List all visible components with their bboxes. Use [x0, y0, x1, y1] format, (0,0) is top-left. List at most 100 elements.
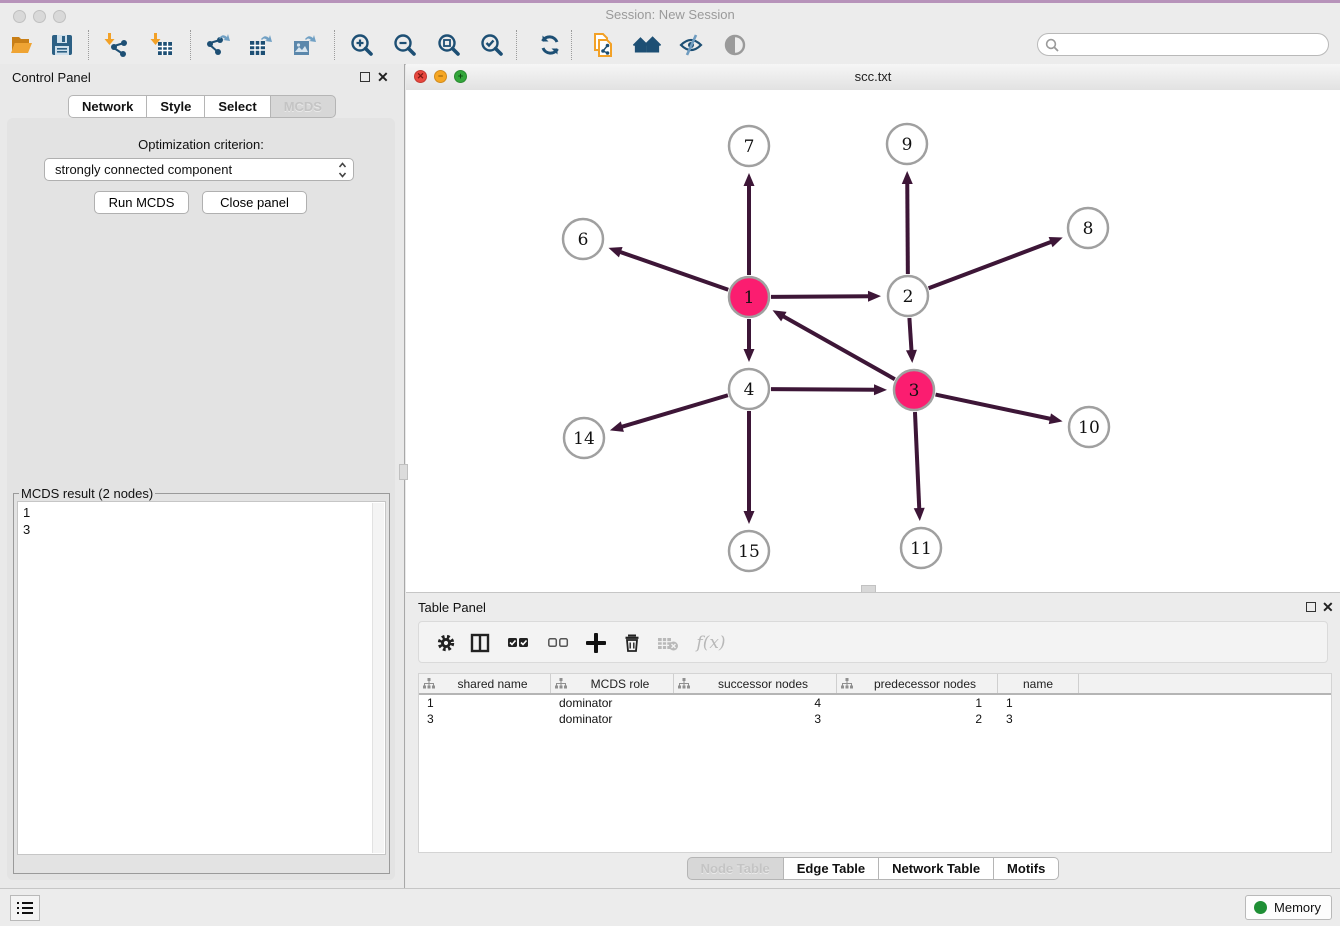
table-cell[interactable]: 2 [837, 712, 998, 726]
memory-button[interactable]: Memory [1245, 895, 1332, 920]
duplicate-network-icon[interactable] [590, 31, 618, 59]
table-cell[interactable]: dominator [551, 696, 674, 710]
tab-select[interactable]: Select [204, 95, 270, 118]
mcds-result-values: 1 3 [23, 504, 30, 538]
search-icon [1045, 38, 1060, 53]
function-builder-icon: f(x) [691, 630, 731, 656]
graph-node-1[interactable]: 1 [729, 277, 769, 317]
graph-node-2[interactable]: 2 [888, 276, 928, 316]
toolbar-separator [190, 30, 191, 60]
svg-text:9: 9 [902, 135, 913, 155]
table-tab-node-table[interactable]: Node Table [687, 857, 784, 880]
graph-node-7[interactable]: 7 [729, 126, 769, 166]
network-title: scc.txt [406, 69, 1340, 84]
import-table-icon[interactable] [148, 31, 176, 59]
graph-edge-3-10[interactable] [936, 395, 1063, 425]
float-table-panel-icon[interactable] [1306, 602, 1316, 612]
graph-node-11[interactable]: 11 [901, 528, 941, 568]
tab-network[interactable]: Network [68, 95, 147, 118]
vertical-splitter-grip[interactable] [399, 464, 408, 480]
table-cell[interactable]: 4 [674, 696, 837, 710]
export-image-icon[interactable] [291, 31, 319, 59]
close-panel-button[interactable]: Close panel [202, 191, 307, 214]
table-cell[interactable]: 1 [837, 696, 998, 710]
table-tab-network-table[interactable]: Network Table [878, 857, 994, 880]
export-network-icon[interactable] [204, 31, 232, 59]
graph-edge-2-8[interactable] [929, 237, 1063, 288]
table-row[interactable]: 1dominator411 [419, 695, 1331, 711]
graph-edge-4-15[interactable] [744, 411, 755, 524]
save-icon[interactable] [48, 31, 76, 59]
column-header-predecessor-nodes[interactable]: predecessor nodes [837, 674, 998, 693]
graph-node-9[interactable]: 9 [887, 124, 927, 164]
zoom-selected-icon[interactable] [478, 31, 506, 59]
import-network-icon[interactable] [102, 31, 130, 59]
graph-edge-2-9[interactable] [902, 171, 913, 274]
criterion-dropdown[interactable]: strongly connected component [44, 158, 354, 181]
graph-edge-2-3[interactable] [906, 318, 917, 363]
column-header-MCDS-role[interactable]: MCDS role [551, 674, 674, 693]
graph-edge-1-4[interactable] [744, 319, 755, 362]
result-scrollbar[interactable] [372, 503, 384, 853]
float-panel-icon[interactable] [360, 72, 370, 82]
table-cell[interactable]: 1 [998, 696, 1079, 710]
graph-node-15[interactable]: 15 [729, 531, 769, 571]
graph-node-4[interactable]: 4 [729, 369, 769, 409]
graph-node-3[interactable]: 3 [894, 370, 934, 410]
graph-node-10[interactable]: 10 [1069, 407, 1109, 447]
tab-mcds[interactable]: MCDS [270, 95, 336, 118]
graph-edge-3-11[interactable] [914, 412, 925, 521]
delete-column-icon[interactable] [619, 630, 645, 656]
graph-edge-4-14[interactable] [610, 395, 728, 432]
column-header-shared-name[interactable]: shared name [419, 674, 551, 693]
tab-style[interactable]: Style [146, 95, 205, 118]
first-neighbors-icon[interactable] [633, 31, 661, 59]
close-panel-icon[interactable]: ✕ [377, 69, 389, 85]
graph-node-14[interactable]: 14 [564, 418, 604, 458]
unselect-all-icon[interactable] [545, 630, 571, 656]
select-all-icon[interactable] [505, 630, 531, 656]
graph-node-6[interactable]: 6 [563, 219, 603, 259]
run-mcds-button[interactable]: Run MCDS [94, 191, 189, 214]
zoom-in-icon[interactable] [348, 31, 376, 59]
graph-edge-1-6[interactable] [608, 247, 728, 290]
zoom-fit-icon[interactable] [435, 31, 463, 59]
open-folder-icon[interactable] [8, 31, 36, 59]
export-table-icon[interactable] [247, 31, 275, 59]
session-title: Session: New Session [0, 7, 1340, 22]
svg-text:7: 7 [744, 137, 755, 157]
graph-edge-1-2[interactable] [771, 291, 881, 302]
column-header-successor-nodes[interactable]: successor nodes [674, 674, 837, 693]
table-tab-motifs[interactable]: Motifs [993, 857, 1059, 880]
svg-text:6: 6 [578, 230, 589, 250]
search-input[interactable] [1064, 36, 1318, 52]
mcds-result-textarea[interactable]: 1 3 [17, 501, 386, 855]
graph-edge-3-1[interactable] [773, 310, 895, 379]
table-cell[interactable]: dominator [551, 712, 674, 726]
add-column-icon[interactable] [583, 630, 609, 656]
network-window: ✕ − + scc.txt 7968124314101511 [406, 64, 1340, 592]
svg-text:10: 10 [1078, 418, 1100, 438]
refresh-icon[interactable] [536, 31, 564, 59]
table-panel-title: Table Panel [418, 600, 486, 615]
close-table-panel-icon[interactable]: ✕ [1322, 599, 1334, 615]
search-field[interactable] [1037, 33, 1329, 56]
network-canvas[interactable]: 7 9 6 8 1 2 4 3 14 10 15 11 [406, 90, 1340, 592]
table-cell[interactable]: 1 [419, 696, 551, 710]
control-panel: Control Panel ✕ NetworkStyleSelectMCDS O… [0, 64, 405, 888]
table-tab-edge-table[interactable]: Edge Table [783, 857, 879, 880]
zoom-out-icon[interactable] [391, 31, 419, 59]
table-row[interactable]: 3dominator323 [419, 711, 1331, 727]
column-header-name[interactable]: name [998, 674, 1079, 693]
column-layout-icon[interactable] [467, 630, 493, 656]
table-cell[interactable]: 3 [419, 712, 551, 726]
table-cell[interactable]: 3 [674, 712, 837, 726]
table-cell[interactable]: 3 [998, 712, 1079, 726]
graph-edge-4-3[interactable] [771, 384, 887, 395]
graph-edge-1-7[interactable] [744, 173, 755, 275]
hide-selected-icon[interactable] [677, 31, 705, 59]
optimization-criterion-label: Optimization criterion: [7, 137, 395, 152]
task-history-button[interactable] [10, 895, 40, 921]
graph-node-8[interactable]: 8 [1068, 208, 1108, 248]
settings-gear-icon[interactable] [433, 630, 459, 656]
